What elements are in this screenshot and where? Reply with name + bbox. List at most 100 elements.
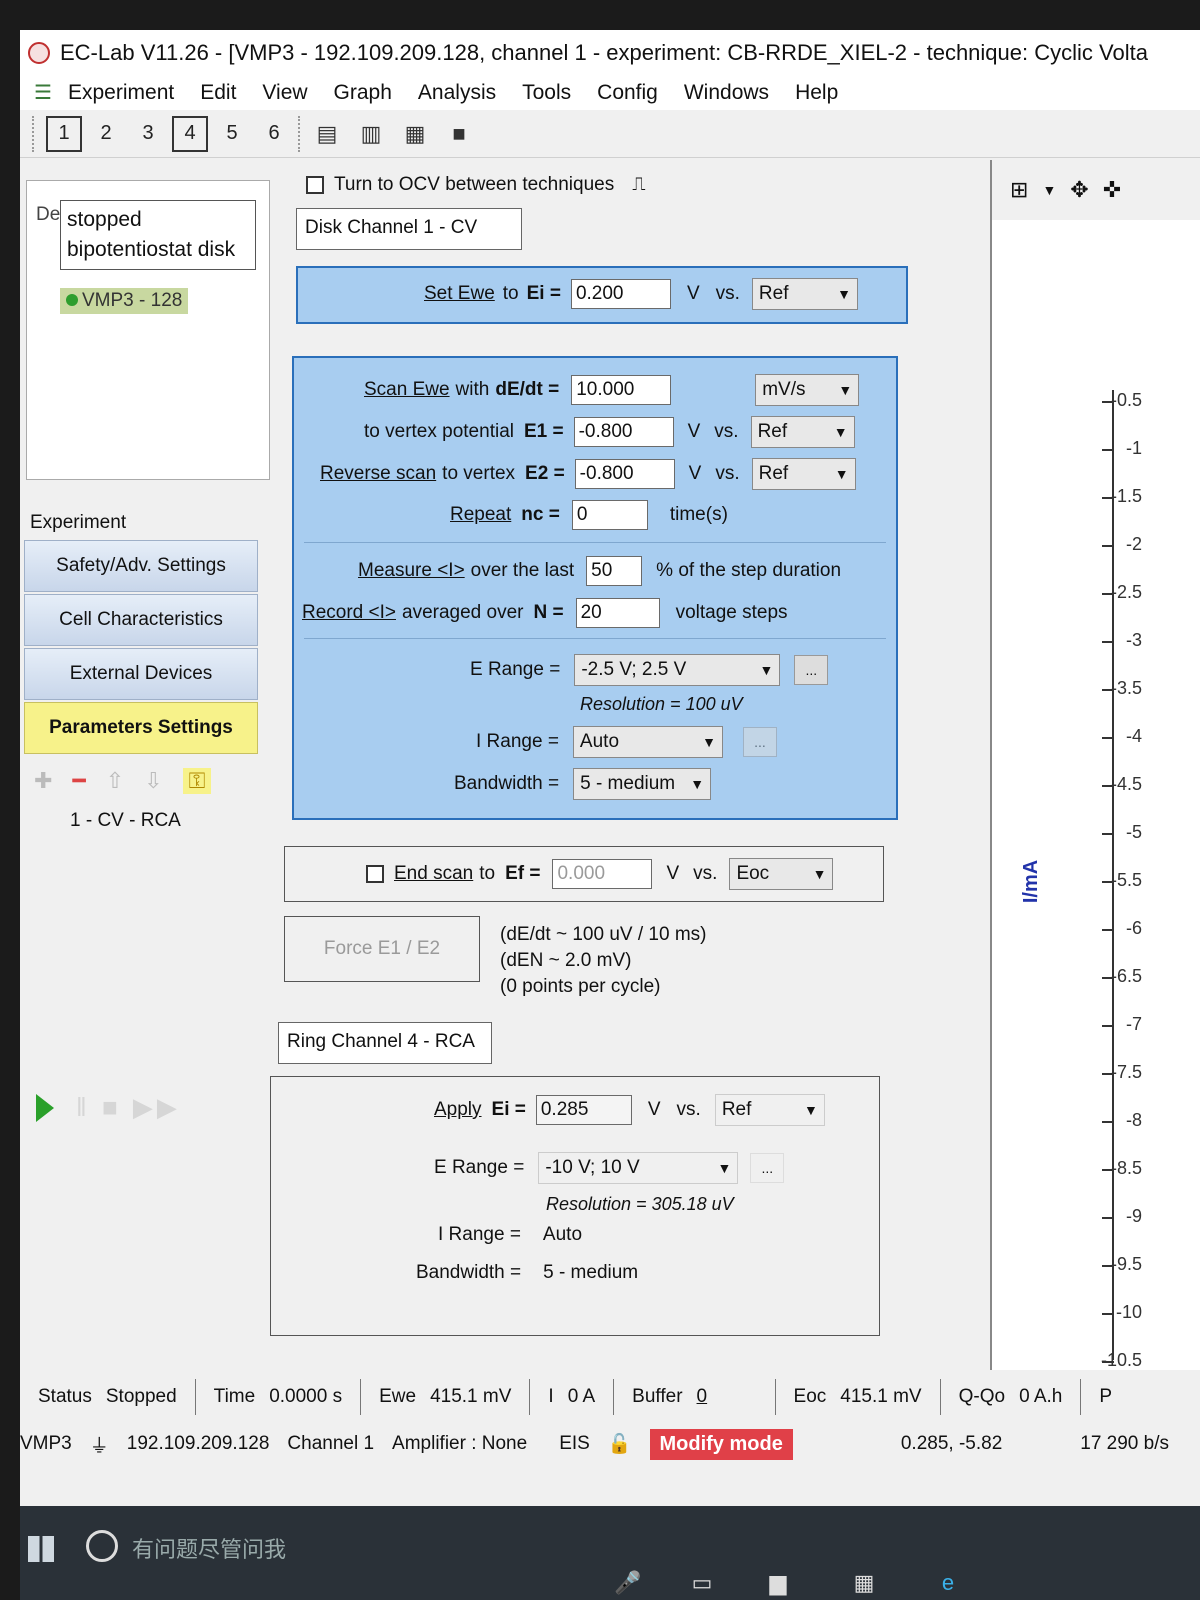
scan-ewe-label[interactable]: Scan Ewe — [364, 379, 450, 401]
file-explorer-icon[interactable]: ▆ — [760, 1568, 796, 1598]
channel-3-button[interactable]: 3 — [130, 116, 166, 152]
calculator-icon[interactable]: ▦ — [846, 1568, 882, 1598]
ei-reference-select[interactable]: Ref ▼ — [751, 278, 858, 310]
edge-browser-icon[interactable]: e — [930, 1568, 966, 1598]
erange-more-button[interactable]: ... — [794, 655, 829, 685]
chevron-down-icon: ▼ — [838, 382, 853, 398]
pulse-icon: ⎍ — [632, 174, 646, 195]
toolbar: 1 2 3 4 5 6 ▤ ▥ ▦ ■ — [20, 110, 1200, 158]
ef-vs-label: vs. — [693, 863, 718, 884]
ef-label: Ef = — [505, 863, 541, 884]
channel-4-button[interactable]: 4 — [172, 115, 208, 152]
measure-input[interactable]: 50 — [586, 556, 643, 586]
e2-input[interactable]: -0.800 — [574, 459, 675, 489]
move-up-icon[interactable]: ⇧ — [106, 768, 124, 794]
ring-bandwidth-value[interactable]: 5 - medium — [543, 1262, 638, 1284]
save-icon[interactable]: ■ — [444, 119, 474, 149]
ring-irange-value[interactable]: Auto — [543, 1224, 582, 1246]
e1-reference-select[interactable]: Ref ▼ — [750, 416, 855, 448]
run-button[interactable] — [36, 1094, 54, 1122]
modify-mode-button[interactable]: Modify mode — [649, 1428, 793, 1460]
menu-help[interactable]: Help — [795, 81, 838, 105]
toolbar-grip[interactable] — [32, 115, 38, 152]
key-icon[interactable]: ⚿ — [182, 768, 212, 794]
end-scan-checkbox[interactable] — [366, 865, 384, 883]
zoom-icon[interactable]: ✜ — [1103, 177, 1121, 203]
taskbar-search[interactable]: 有问题尽管问我 — [132, 1532, 286, 1564]
disk-channel-tab[interactable]: Disk Channel 1 - CV — [296, 208, 522, 250]
menu-analysis[interactable]: Analysis — [418, 81, 496, 105]
scan-row: Scan Ewe with dE/dt = 10.000 mV/s ▼ — [364, 374, 860, 406]
task-view-icon[interactable]: ▭ — [684, 1568, 720, 1598]
ring-erange-select[interactable]: -10 V; 10 V ▼ — [538, 1152, 739, 1184]
menu-windows[interactable]: Windows — [684, 81, 769, 105]
dropdown-arrow-icon[interactable]: ▼ — [1042, 182, 1056, 198]
e2-reference-select[interactable]: Ref ▼ — [751, 458, 856, 490]
reverse-scan-label[interactable]: Reverse scan — [320, 463, 436, 485]
device-item-vmp3[interactable]: VMP3 - 128 — [60, 288, 189, 314]
remove-technique-icon[interactable]: ━ — [72, 768, 85, 794]
y-tick-mark — [1102, 833, 1114, 835]
channel-5-button[interactable]: 5 — [214, 116, 250, 152]
channel-2-button[interactable]: 2 — [88, 116, 124, 152]
graph-layout-icon[interactable]: ⊞ — [1010, 177, 1028, 203]
ocv-checkbox[interactable] — [306, 176, 324, 194]
microphone-icon[interactable]: 🎤 — [610, 1568, 646, 1598]
irange-more-button[interactable]: ... — [742, 727, 777, 757]
record-row: Record <I> averaged over N = 20 voltage … — [302, 598, 788, 628]
irange-select[interactable]: Auto ▼ — [572, 726, 723, 758]
external-devices-button[interactable]: External Devices — [24, 648, 258, 700]
parameters-settings-button[interactable]: Parameters Settings — [24, 702, 258, 754]
n-input[interactable]: 20 — [575, 598, 660, 628]
irange-row: I Range = Auto ▼ ... — [476, 726, 777, 758]
n-label: N = — [533, 602, 564, 623]
ef-input[interactable]: 0.000 — [552, 859, 653, 889]
ring-erange-more-button[interactable]: ... — [750, 1153, 785, 1183]
bandwidth-select[interactable]: 5 - medium ▼ — [573, 768, 712, 800]
end-scan-label[interactable]: End scan — [394, 863, 473, 885]
chevron-down-icon: ▼ — [717, 1160, 732, 1176]
ring-channel-tab[interactable]: Ring Channel 4 - RCA — [278, 1022, 492, 1064]
menu-experiment[interactable]: Experiment — [68, 81, 174, 105]
menu-view[interactable]: View — [262, 81, 307, 105]
measure-label[interactable]: Measure <I> — [358, 560, 465, 582]
cell-characteristics-button[interactable]: Cell Characteristics — [24, 594, 258, 646]
nc-input[interactable]: 0 — [571, 500, 648, 530]
ef-reference-select[interactable]: Eoc ▼ — [729, 858, 834, 890]
record-label[interactable]: Record <I> — [302, 602, 396, 624]
repeat-label[interactable]: Repeat — [450, 504, 511, 526]
move-icon[interactable]: ✥ — [1070, 177, 1088, 203]
menu-graph[interactable]: Graph — [334, 81, 392, 105]
ei-label: Ei = — [526, 283, 561, 304]
graph-panel: ⊞ ▼ ✥ ✜ -0.5 -1 -1.5 -2 -2.5 -3 -3.5 -4 -4.5 -5 -5… — [990, 160, 1200, 1370]
channel-6-button[interactable]: 6 — [256, 116, 292, 152]
menu-config[interactable]: Config — [597, 81, 658, 105]
technique-list-item[interactable]: 1 - CV - RCA — [70, 810, 181, 832]
apply-label[interactable]: Apply — [434, 1099, 482, 1121]
dedt-input[interactable]: 10.000 — [571, 375, 672, 405]
windows-start-icon[interactable] — [28, 1536, 54, 1562]
menu-tools[interactable]: Tools — [522, 81, 571, 105]
force-e1-e2-button[interactable]: Force E1 / E2 — [284, 916, 480, 982]
erange-select[interactable]: -2.5 V; 2.5 V ▼ — [574, 654, 781, 686]
y-tick-label: -2 — [1125, 534, 1142, 554]
safety-settings-button[interactable]: Safety/Adv. Settings — [24, 540, 258, 592]
cortana-icon[interactable] — [86, 1530, 118, 1562]
y-tick-labels: -0.5 -1 -1.5 -2 -2.5 -3 -3.5 -4 -4.5 -5 -5.5 -6 -6.5… — [1052, 370, 1200, 1370]
menu-app-icon[interactable]: ☰ — [34, 82, 56, 104]
ring-ei-input[interactable]: 0.285 — [535, 1095, 632, 1125]
new-document-icon[interactable]: ▤ — [312, 119, 342, 149]
load-settings-icon[interactable]: ▦ — [400, 119, 430, 149]
move-down-icon[interactable]: ⇩ — [144, 768, 162, 794]
cursor-coordinates: 0.285, -5.82 — [900, 1433, 1003, 1454]
dedt-unit-select[interactable]: mV/s ▼ — [755, 374, 860, 406]
ei-input[interactable]: 0.200 — [570, 279, 671, 309]
open-document-icon[interactable]: ▥ — [356, 119, 386, 149]
ring-reference-select[interactable]: Ref ▼ — [714, 1094, 825, 1126]
set-ewe-label[interactable]: Set Ewe — [424, 283, 495, 305]
add-technique-icon[interactable]: ✚ — [34, 768, 52, 794]
toolbar-grip-2[interactable] — [298, 115, 304, 152]
channel-1-button[interactable]: 1 — [46, 115, 82, 152]
e1-input[interactable]: -0.800 — [573, 417, 674, 447]
menu-edit[interactable]: Edit — [200, 81, 236, 105]
